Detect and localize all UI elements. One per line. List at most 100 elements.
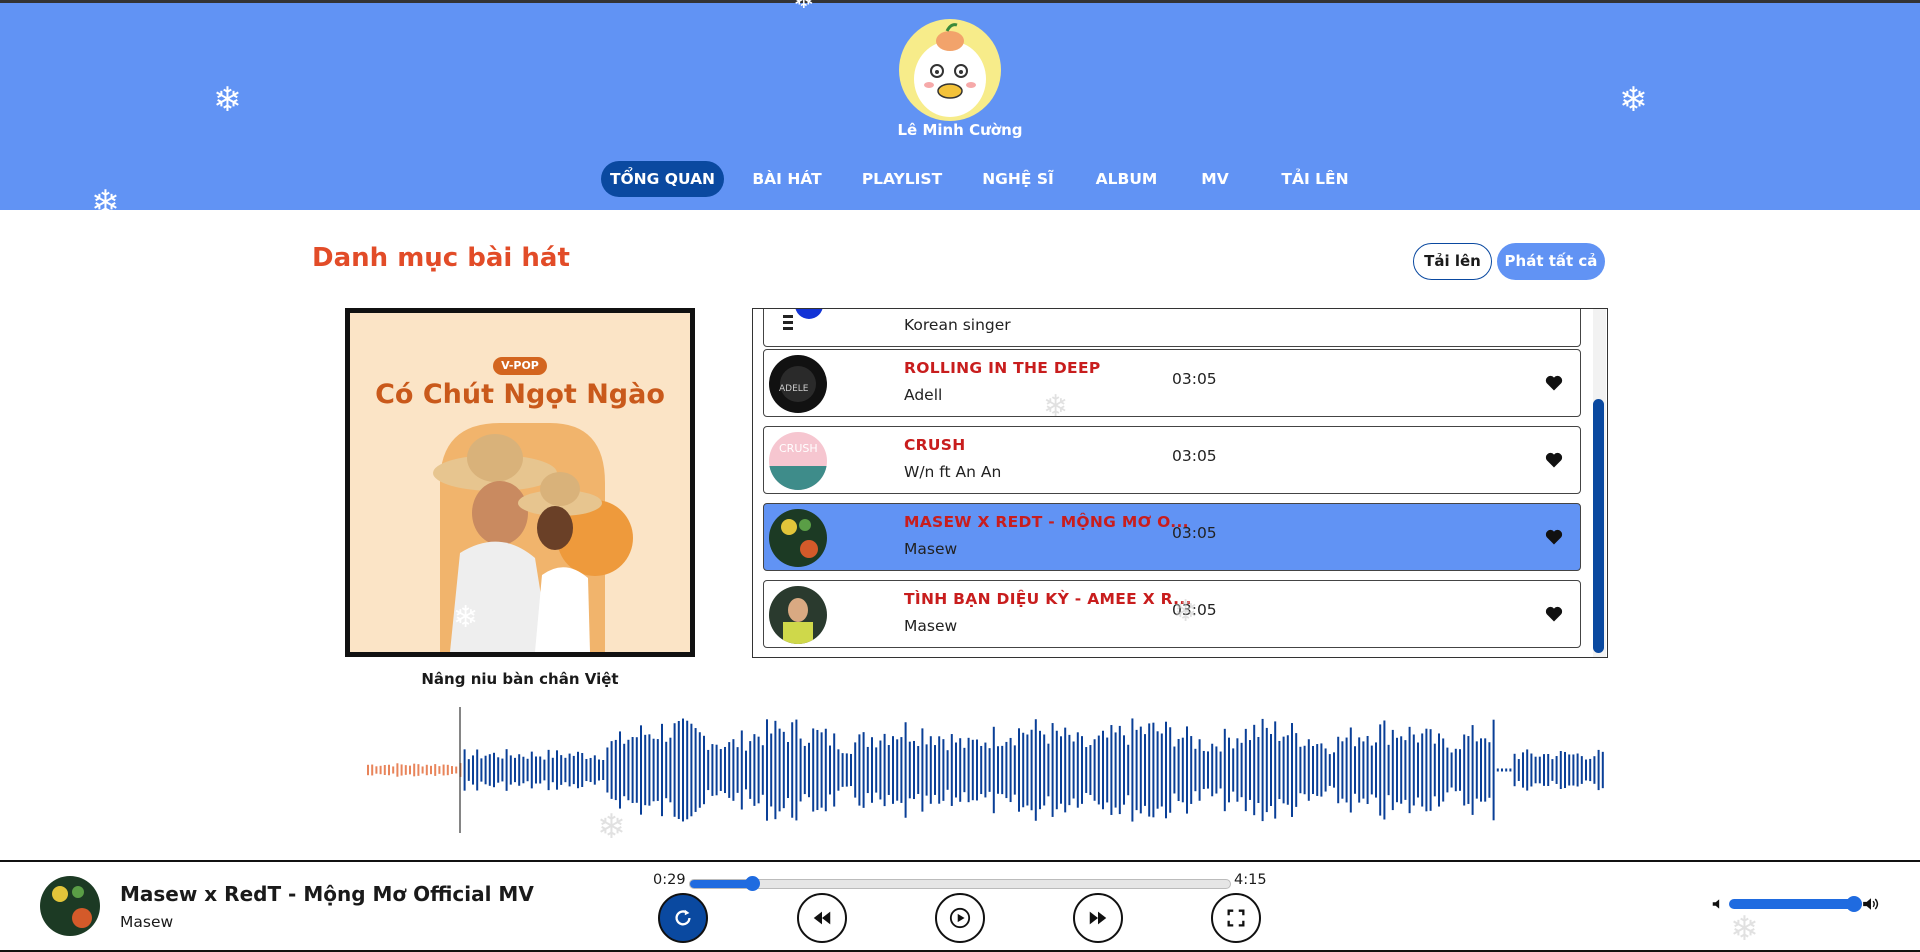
- waveform-bar: [430, 765, 432, 775]
- now-playing-artist: Masew: [120, 913, 174, 931]
- waveform-bar: [1244, 728, 1247, 812]
- waveform-bar: [371, 764, 374, 776]
- waveform-bar: [749, 741, 752, 799]
- audio-waveform[interactable]: [365, 705, 1605, 835]
- waveform-bar: [1265, 727, 1268, 813]
- heart-icon[interactable]: [1544, 604, 1564, 624]
- upload-button[interactable]: Tải lên: [1413, 243, 1492, 280]
- song-thumbnail: [769, 309, 827, 343]
- waveform-bar: [1597, 749, 1600, 791]
- waveform-bar: [770, 733, 773, 807]
- waveform-bar: [976, 739, 978, 801]
- snowflake-icon: ❄: [793, 0, 815, 15]
- waveform-bar: [652, 738, 655, 802]
- waveform-bar: [1068, 734, 1071, 806]
- list-item[interactable]: TÌNH BẠN DIỆU KỲ - AMEE X R... Masew 03:…: [763, 580, 1581, 648]
- waveform-bar: [1160, 733, 1163, 807]
- waveform-bar: [493, 752, 495, 788]
- waveform-bar: [866, 746, 869, 794]
- waveform-bar: [900, 737, 903, 803]
- song-list[interactable]: Korean singer ADELE ROLLING IN THE DEEP …: [752, 308, 1608, 658]
- list-item[interactable]: MASEW X REDT - MỘNG MƠ O... Masew 03:05: [763, 503, 1581, 571]
- waveform-bar: [871, 737, 873, 803]
- waveform-bar: [1127, 744, 1130, 796]
- album-caption: Nâng niu bàn chân Việt: [421, 670, 619, 688]
- waveform-bar: [1299, 746, 1302, 794]
- scrollbar-thumb[interactable]: [1593, 399, 1604, 653]
- song-artist: Korean singer: [904, 316, 1011, 334]
- tab-album[interactable]: ALBUM: [1089, 161, 1164, 197]
- heart-icon[interactable]: [1544, 450, 1564, 470]
- waveform-bar: [480, 758, 483, 782]
- waveform-bar: [1039, 730, 1041, 810]
- waveform-bar: [1341, 741, 1344, 799]
- waveform-bar: [1391, 729, 1394, 811]
- fast-forward-button[interactable]: [1073, 893, 1123, 943]
- progress-bar[interactable]: [689, 876, 1231, 891]
- song-duration: 03:05: [1172, 447, 1217, 465]
- waveform-bar: [753, 734, 756, 806]
- volume-high-icon[interactable]: [1861, 895, 1881, 913]
- album-cover[interactable]: V-POP Có Chút Ngọt Ngào ❄: [345, 308, 695, 657]
- waveform-bar: [1211, 743, 1214, 797]
- waveform-bar: [543, 759, 546, 781]
- waveform-bar: [1278, 740, 1281, 800]
- tab-playlist[interactable]: PLAYLIST: [856, 161, 948, 197]
- list-item[interactable]: CRUSH CRUSH W/n ft An An 03:05: [763, 426, 1581, 494]
- tab-songs[interactable]: BÀI HÁT: [744, 161, 830, 197]
- repeat-button[interactable]: [658, 893, 708, 943]
- progress-handle[interactable]: [744, 876, 760, 891]
- waveform-bar: [404, 765, 407, 775]
- waveform-bar: [1450, 752, 1453, 788]
- waveform-bar: [896, 739, 899, 801]
- waveform-bar: [1412, 734, 1415, 806]
- waveform-bar: [904, 722, 907, 818]
- waveform-bar: [530, 751, 533, 789]
- waveform-bar: [816, 729, 819, 811]
- waveform-bar: [505, 749, 508, 791]
- waveform-bar: [501, 758, 504, 782]
- rewind-icon: [813, 911, 831, 925]
- heart-icon[interactable]: [1544, 373, 1564, 393]
- waveform-bar: [1064, 727, 1067, 813]
- list-item[interactable]: Korean singer: [763, 309, 1581, 347]
- tab-overview[interactable]: TỔNG QUAN: [601, 161, 724, 197]
- waveform-bar: [808, 742, 810, 798]
- waveform-bar: [1169, 727, 1172, 813]
- header-banner: ❄ ❄ ❄ ❄ Lê Minh Cường TỔNG QUAN BÀI HÁT …: [0, 0, 1920, 220]
- profile-name: Lê Minh Cường: [897, 121, 1023, 139]
- waveform-bar: [1509, 768, 1512, 772]
- volume-low-icon[interactable]: [1711, 897, 1725, 911]
- waveform-bar: [1123, 735, 1125, 805]
- tab-artists[interactable]: NGHỆ SĨ: [975, 161, 1061, 197]
- waveform-bar: [778, 728, 781, 812]
- fullscreen-button[interactable]: [1211, 893, 1261, 943]
- waveform-bar: [703, 735, 705, 805]
- waveform-bar: [1144, 734, 1146, 806]
- rewind-button[interactable]: [797, 893, 847, 943]
- waveform-bar: [1421, 733, 1424, 807]
- snowflake-icon: ❄: [213, 80, 242, 120]
- waveform-bar: [1215, 746, 1218, 794]
- waveform-bar: [1480, 738, 1482, 802]
- volume-slider[interactable]: [1729, 896, 1862, 912]
- waveform-bar: [1400, 736, 1403, 804]
- heart-icon[interactable]: [1544, 527, 1564, 547]
- tab-upload[interactable]: TẢI LÊN: [1266, 161, 1364, 197]
- waveform-bar: [913, 740, 915, 800]
- play-button[interactable]: [935, 893, 985, 943]
- list-item[interactable]: ADELE ROLLING IN THE DEEP Adell 03:05: [763, 349, 1581, 417]
- play-all-button[interactable]: Phát tất cả: [1497, 243, 1605, 280]
- waveform-bar: [1232, 748, 1235, 792]
- waveform-bar: [1501, 768, 1503, 772]
- volume-handle[interactable]: [1845, 896, 1862, 912]
- waveform-bar: [728, 742, 731, 798]
- waveform-bar: [782, 731, 785, 809]
- waveform-bar: [451, 766, 453, 774]
- waveform-bar: [446, 764, 449, 776]
- svg-text:CRUSH: CRUSH: [779, 442, 818, 455]
- tab-mv[interactable]: MV: [1193, 161, 1237, 197]
- waveform-bar: [963, 747, 966, 793]
- waveform-bar: [1055, 730, 1058, 810]
- avatar[interactable]: [899, 19, 1001, 121]
